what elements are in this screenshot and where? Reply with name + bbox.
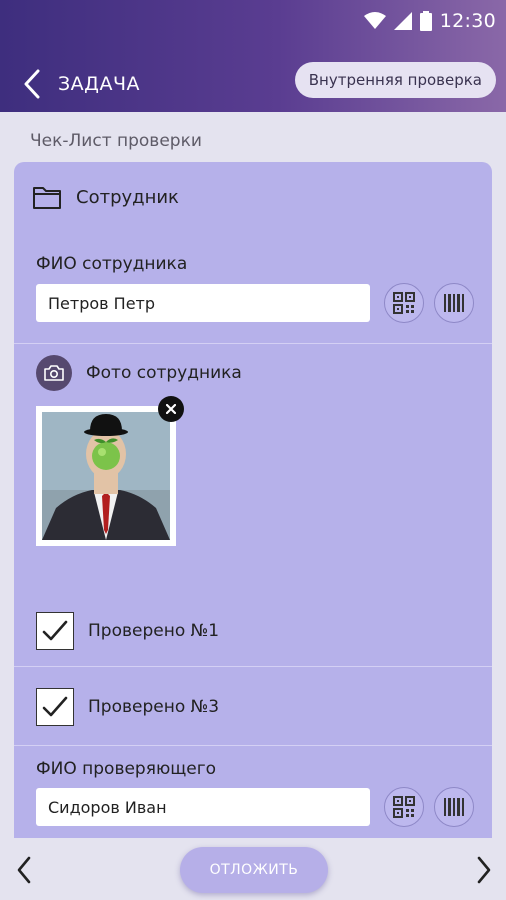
status-time: 12:30 [439, 10, 496, 32]
chevron-right-icon [477, 856, 491, 884]
status-bar: 12:30 [363, 8, 496, 34]
qr-code-icon [393, 796, 415, 818]
check-item-3[interactable]: Проверено №3 [36, 688, 219, 726]
check-type-chip[interactable]: Внутренняя проверка [294, 62, 496, 98]
camera-icon [44, 365, 64, 381]
bottom-bar: ОТЛОЖИТЬ [0, 838, 506, 900]
battery-icon [419, 11, 432, 31]
cellular-signal-icon [393, 12, 412, 30]
remove-photo-button[interactable] [158, 396, 184, 422]
employee-photo-image [42, 412, 170, 540]
photo-label: Фото сотрудника [86, 363, 242, 383]
camera-button[interactable] [36, 355, 72, 391]
app-bar: ЗАДАЧА Внутренняя проверка [0, 60, 506, 108]
checkmark-icon [42, 620, 68, 641]
divider [14, 343, 492, 344]
divider [14, 666, 492, 667]
employee-name-label: ФИО сотрудника [36, 254, 188, 274]
postpone-button[interactable]: ОТЛОЖИТЬ [180, 847, 328, 893]
previous-button[interactable] [4, 850, 44, 890]
barcode-scan-button[interactable] [434, 787, 474, 827]
checkbox[interactable] [36, 688, 74, 726]
next-button[interactable] [464, 850, 504, 890]
barcode-icon [444, 294, 464, 312]
inspector-name-input[interactable]: Сидоров Иван [36, 788, 370, 826]
close-icon [166, 404, 176, 414]
employee-photo[interactable] [36, 406, 176, 546]
barcode-scan-button[interactable] [434, 283, 474, 323]
checklist-card: Сотрудник ФИО сотрудника Петров Петр Фот… [14, 162, 492, 838]
qr-scan-button[interactable] [384, 787, 424, 827]
employee-name-input[interactable]: Петров Петр [36, 284, 370, 322]
chevron-left-icon [17, 856, 31, 884]
check-item-label: Проверено №3 [88, 697, 220, 717]
wifi-icon [363, 12, 386, 29]
checkmark-icon [42, 696, 68, 717]
qr-scan-button[interactable] [384, 283, 424, 323]
folder-icon [33, 187, 61, 209]
top-bar: 12:30 ЗАДАЧА Внутренняя проверка [0, 0, 506, 112]
inspector-name-label: ФИО проверяющего [36, 759, 217, 779]
qr-code-icon [393, 292, 415, 314]
card-header-label: Сотрудник [76, 186, 179, 208]
check-item-1[interactable]: Проверено №1 [36, 612, 219, 650]
check-item-label: Проверено №1 [88, 621, 220, 641]
chevron-left-icon [24, 69, 40, 99]
photo-section-header: Фото сотрудника [36, 355, 242, 391]
page-title: ЗАДАЧА [58, 73, 141, 95]
checkbox[interactable] [36, 612, 74, 650]
back-button[interactable] [10, 62, 54, 106]
section-title: Чек-Лист проверки [30, 131, 202, 151]
card-header: Сотрудник [32, 184, 179, 210]
divider [14, 745, 492, 746]
barcode-icon [444, 798, 464, 816]
